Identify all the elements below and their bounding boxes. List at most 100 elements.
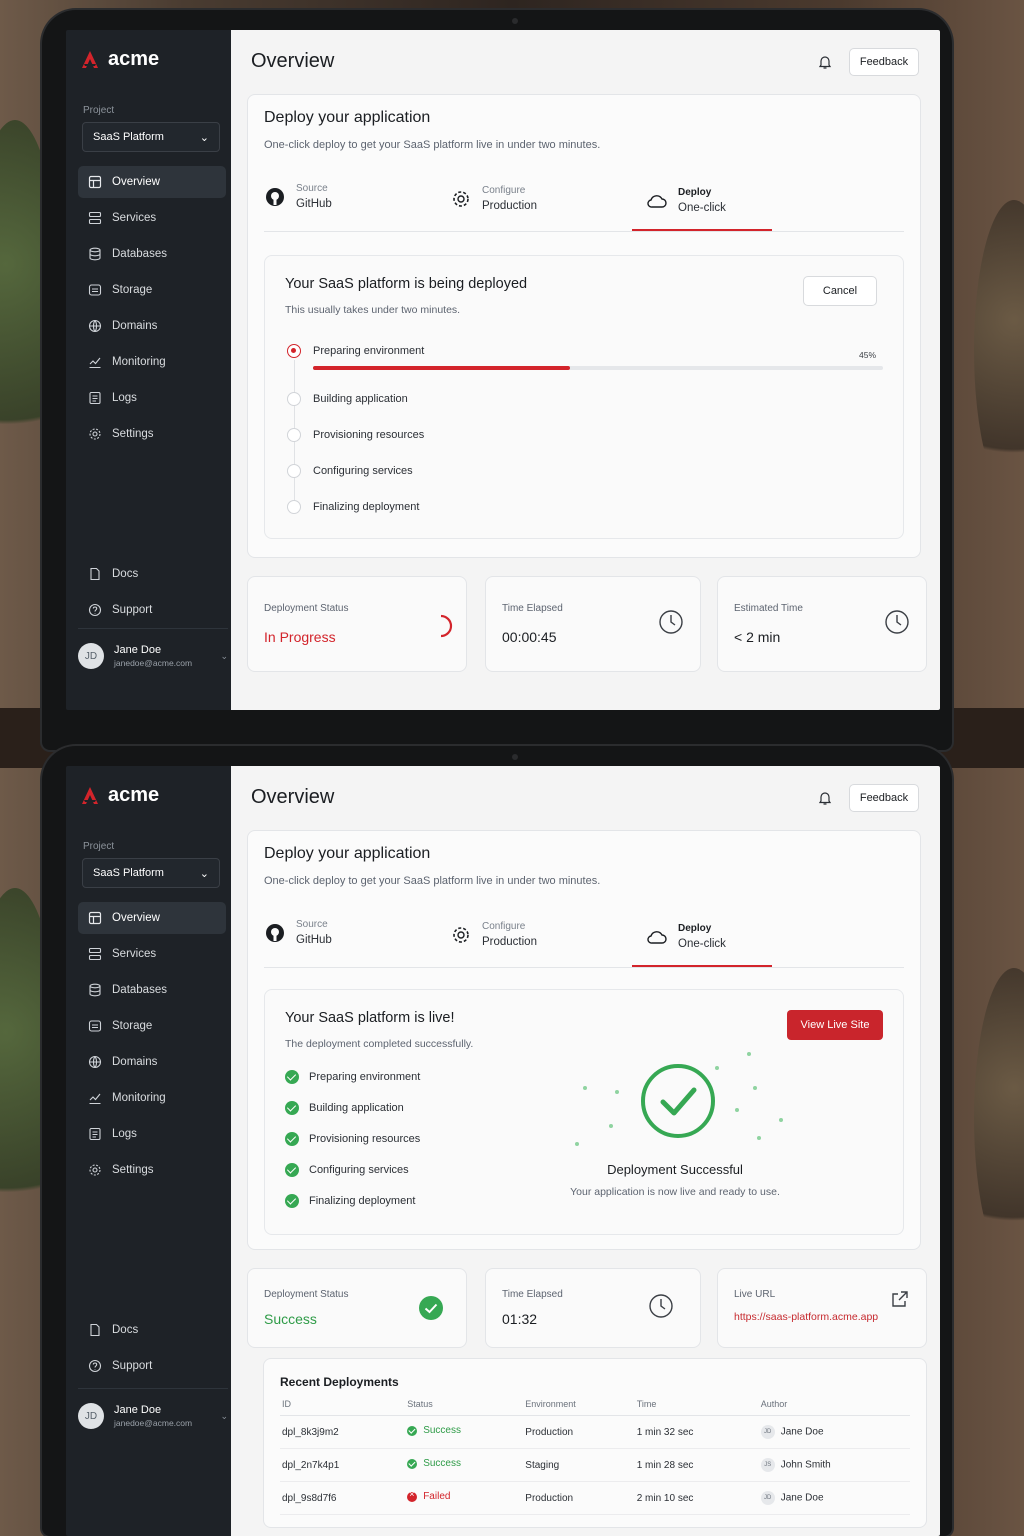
project-select[interactable]: SaaS Platform ⌄ xyxy=(82,858,220,888)
sidebar-item-domains[interactable]: Domains xyxy=(78,310,226,342)
task-label: Provisioning resources xyxy=(313,429,425,441)
avatar: JD xyxy=(78,1403,104,1429)
table-row[interactable]: dpl_9s8d7f6 Failed Production 2 min 10 s… xyxy=(280,1481,910,1515)
status-badge: Success xyxy=(407,1425,461,1436)
sidebar-item-monitoring[interactable]: Monitoring xyxy=(78,346,226,378)
sidebar-item-domains[interactable]: Domains xyxy=(78,1046,226,1078)
stat-label: Live URL xyxy=(734,1289,776,1300)
author: Jane Doe xyxy=(780,1492,824,1504)
confetti-dot xyxy=(735,1108,739,1112)
user-menu[interactable]: JD Jane Doe janedoe@acme.com ⌄ xyxy=(78,1388,228,1429)
sidebar-item-overview[interactable]: Overview xyxy=(78,166,226,198)
table-row[interactable]: dpl_8k3j9m2 Success Production 1 min 32 … xyxy=(280,1415,910,1449)
progress-percent: 45% xyxy=(859,350,877,360)
bell-icon[interactable] xyxy=(817,790,833,806)
sidebar-item-services[interactable]: Services xyxy=(78,938,226,970)
external-link-icon[interactable] xyxy=(890,1289,910,1309)
bell-icon[interactable] xyxy=(817,54,833,70)
step-source[interactable]: Source GitHub xyxy=(264,183,332,210)
avatar: JD xyxy=(760,1491,775,1505)
success-check-icon xyxy=(641,1064,715,1138)
step-label: Source xyxy=(296,919,328,930)
task-label: Building application xyxy=(313,393,408,405)
logo: acme xyxy=(80,48,159,71)
feedback-button[interactable]: Feedback xyxy=(849,48,919,76)
sidebar-item-storage[interactable]: Storage xyxy=(78,1010,226,1042)
column-header: Environment xyxy=(523,1395,635,1416)
confetti-dot xyxy=(779,1118,783,1122)
page-title: Overview xyxy=(251,50,335,72)
step-value: One-click xyxy=(678,938,726,950)
feedback-button[interactable]: Feedback xyxy=(849,784,919,812)
overview-icon xyxy=(88,175,102,189)
view-live-site-button[interactable]: View Live Site xyxy=(787,1010,883,1040)
step-label: Deploy xyxy=(678,923,712,934)
sidebar-item-docs[interactable]: Docs xyxy=(78,558,226,590)
task-label: Provisioning resources xyxy=(309,1133,421,1145)
sidebar-item-databases[interactable]: Databases xyxy=(78,238,226,270)
deploy-subtitle: One-click deploy to get your SaaS platfo… xyxy=(264,875,601,887)
sidebar-item-overview[interactable]: Overview xyxy=(78,902,226,934)
step-configure[interactable]: Configure Production xyxy=(450,185,537,212)
step-source[interactable]: Source GitHub xyxy=(264,919,332,946)
chevron-down-icon: ⌄ xyxy=(199,867,209,880)
help-icon xyxy=(88,1359,102,1373)
step-label: Source xyxy=(296,183,328,194)
table-row[interactable]: dpl_2n7k4p1 Success Staging 1 min 28 sec… xyxy=(280,1448,910,1482)
step-deploy[interactable]: Deploy One-click xyxy=(646,923,726,950)
sidebar-item-support[interactable]: Support xyxy=(78,1350,226,1382)
cancel-button[interactable]: Cancel xyxy=(803,276,877,306)
failed-icon xyxy=(407,1489,418,1502)
project-select[interactable]: SaaS Platform ⌄ xyxy=(82,122,220,152)
project-value: SaaS Platform xyxy=(93,131,164,143)
sidebar-item-settings[interactable]: Settings xyxy=(78,418,226,450)
github-icon xyxy=(266,187,284,206)
storage-icon xyxy=(88,284,102,296)
step-configure[interactable]: Configure Production xyxy=(450,921,537,948)
sidebar-item-docs[interactable]: Docs xyxy=(78,1314,226,1346)
sidebar-item-storage[interactable]: Storage xyxy=(78,274,226,306)
step-deploy[interactable]: Deploy One-click xyxy=(646,187,726,214)
sidebar-item-label: Support xyxy=(112,604,153,616)
sidebar-item-logs[interactable]: Logs xyxy=(78,382,226,414)
acme-logo-icon xyxy=(82,786,98,804)
project-value: SaaS Platform xyxy=(93,867,164,879)
column-header: Author xyxy=(758,1395,910,1416)
sidebar: acme Project SaaS Platform ⌄ Overview Se… xyxy=(66,30,231,710)
globe-icon xyxy=(88,1055,102,1069)
task-row: Building application xyxy=(287,392,408,406)
laptop-frame: acme Project SaaS Platform ⌄ Overview Se… xyxy=(42,10,952,750)
task-row: Provisioning resources xyxy=(287,428,424,442)
success-icon xyxy=(407,1458,418,1469)
live-url-link[interactable]: https://saas-platform.acme.app xyxy=(734,1311,878,1323)
sidebar-item-support[interactable]: Support xyxy=(78,594,226,626)
recent-deployments-card: Recent Deployments ID Status Environment… xyxy=(263,1358,927,1528)
status-value: Success xyxy=(264,1311,317,1327)
sidebar-item-monitoring[interactable]: Monitoring xyxy=(78,1082,226,1114)
sidebar-item-label: Storage xyxy=(112,284,153,296)
user-menu[interactable]: JD Jane Doe janedoe@acme.com ⌄ xyxy=(78,628,228,669)
brand-name: acme xyxy=(108,784,160,806)
task-row: Provisioning resources xyxy=(285,1132,420,1146)
sidebar-item-label: Monitoring xyxy=(112,356,166,368)
clock-icon xyxy=(885,610,909,634)
sidebar-item-databases[interactable]: Databases xyxy=(78,974,226,1006)
environment: Production xyxy=(523,1415,635,1449)
database-icon xyxy=(89,247,101,261)
pending-radio-icon xyxy=(287,500,301,514)
avatar: JS xyxy=(760,1458,775,1472)
deploy-card: Deploy your application One-click deploy… xyxy=(247,94,921,558)
check-icon xyxy=(285,1132,299,1146)
task-row: Finalizing deployment xyxy=(285,1194,415,1208)
clock-icon xyxy=(659,610,683,634)
environment: Production xyxy=(523,1481,635,1515)
pending-radio-icon xyxy=(287,428,301,442)
sidebar-item-settings[interactable]: Settings xyxy=(78,1154,226,1186)
pending-radio-icon xyxy=(287,464,301,478)
sidebar-item-logs[interactable]: Logs xyxy=(78,1118,226,1150)
sidebar-bottom-nav: Docs Support xyxy=(78,558,226,630)
sidebar-item-label: Settings xyxy=(112,1164,154,1176)
elapsed-card: Time Elapsed 00:00:45 xyxy=(485,576,701,672)
progress-title: Your SaaS platform is being deployed xyxy=(285,276,528,292)
sidebar-item-services[interactable]: Services xyxy=(78,202,226,234)
